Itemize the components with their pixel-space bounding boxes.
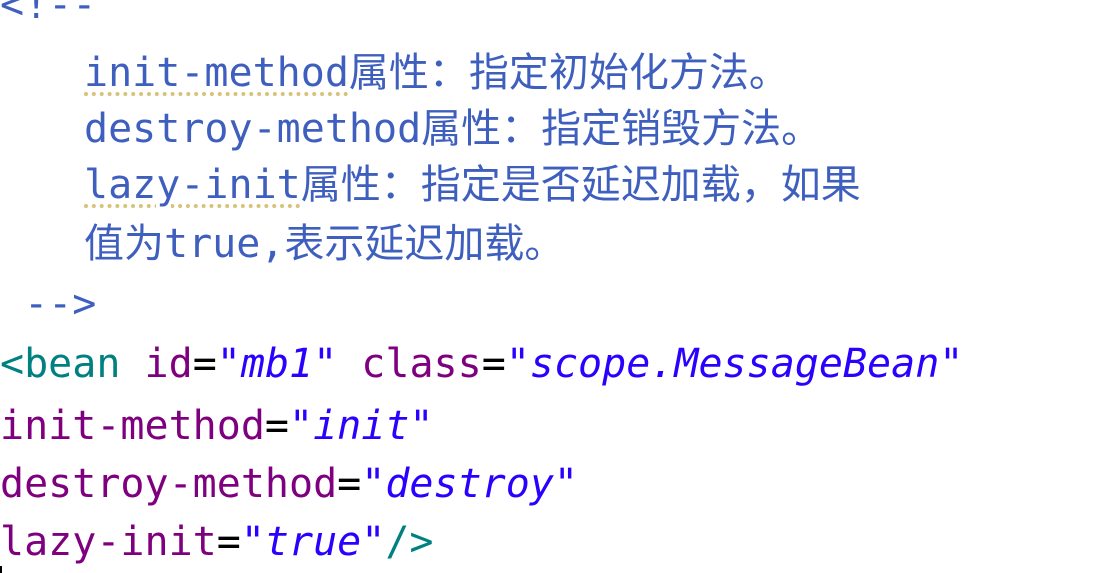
comment-text: 表示延迟加载。: [284, 221, 565, 267]
comment-text: 属性：指定销毁方法。: [421, 106, 822, 152]
comment-line-lazy: lazy-init属性：指定是否延迟加载，如果: [84, 156, 861, 214]
init-method-line: init-method="init": [0, 397, 434, 455]
comment-keyword: destroy-method: [84, 106, 422, 152]
comment-line-destroy: destroy-method属性：指定销毁方法。: [84, 100, 821, 158]
equals-sign: =: [481, 341, 506, 387]
comment-open: <!--: [0, 0, 97, 28]
equals-sign: =: [337, 461, 362, 507]
comment-close-line: -->: [0, 275, 96, 333]
attr-id-name: id: [144, 341, 193, 387]
attr-init-name: init-method: [0, 403, 265, 449]
equals-sign: =: [264, 403, 289, 449]
attr-class-value: "scope.MessageBean": [505, 341, 964, 387]
equals-sign: =: [216, 519, 241, 565]
attr-destroy-name: destroy-method: [0, 461, 338, 507]
comment-keyword: true,: [164, 221, 285, 267]
comment-text: 值为: [84, 221, 164, 267]
comment-line-init: init-method属性：指定初始化方法。: [84, 44, 789, 102]
comment-open-line: <!--: [0, 0, 96, 34]
comment-close: -->: [0, 281, 97, 327]
attr-lazy-name: lazy-init: [0, 519, 217, 565]
bean-tag-open: <bean: [0, 341, 121, 387]
attr-id-value: "mb1": [216, 341, 338, 387]
attr-lazy-value: "true": [240, 519, 386, 565]
attr-init-value: "init": [289, 403, 434, 449]
comment-keyword: lazy-init: [84, 162, 301, 208]
bean-tag-line: <bean id="mb1" class="scope.MessageBean": [0, 335, 963, 393]
comment-text: 属性：指定是否延迟加载，如果: [300, 162, 861, 208]
attr-class-name: class: [361, 341, 482, 387]
destroy-method-line: destroy-method="destroy": [0, 455, 578, 513]
comment-line-true: 值为true,表示延迟加载。: [84, 215, 564, 273]
code-editor[interactable]: <!-- init-method属性：指定初始化方法。 destroy-meth…: [0, 0, 1094, 573]
tag-close: />: [385, 519, 434, 565]
comment-text: 属性：指定初始化方法。: [348, 50, 789, 96]
text-cursor: [0, 566, 2, 573]
attr-destroy-value: "destroy": [361, 461, 578, 507]
equals-sign: =: [192, 341, 217, 387]
comment-keyword: init-method: [84, 50, 349, 96]
lazy-init-line: lazy-init="true"/>: [0, 513, 434, 571]
